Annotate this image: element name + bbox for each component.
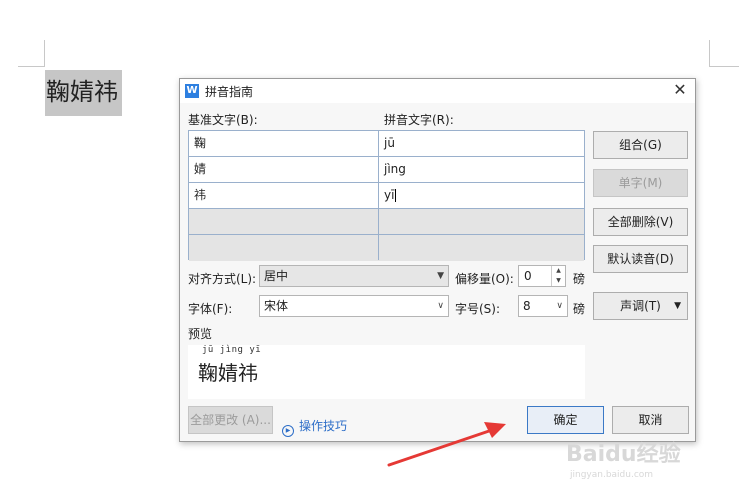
grid-row: 婧 jìng xyxy=(189,157,584,183)
phonetic-guide-dialog: W 拼音指南 ✕ 基准文字(B): 拼音文字(R): 鞠 jū 婧 jìng 祎… xyxy=(179,78,696,442)
pinyin-cell[interactable]: jū xyxy=(379,131,584,156)
base-cell[interactable] xyxy=(189,209,379,234)
page-corner-mark xyxy=(44,40,45,66)
dialog-title: 拼音指南 xyxy=(205,85,254,99)
page-corner-mark xyxy=(18,66,45,67)
delete-all-button[interactable]: 全部删除(V) xyxy=(593,208,688,236)
alignment-select[interactable]: 居中 ▼ xyxy=(259,265,449,287)
baidu-watermark: Baidu经验 xyxy=(566,442,681,467)
size-value: 8 xyxy=(523,299,531,313)
pinyin-cell[interactable] xyxy=(379,209,584,234)
tips-link[interactable]: ▶ 操作技巧 xyxy=(282,417,347,437)
dialog-titlebar: W 拼音指南 ✕ xyxy=(180,79,695,103)
size-unit: 磅 xyxy=(573,302,586,316)
text-caret xyxy=(395,189,397,202)
page-corner-mark xyxy=(709,40,710,66)
alignment-label: 对齐方式(L): xyxy=(188,272,257,286)
base-cell[interactable] xyxy=(189,235,379,260)
offset-unit: 磅 xyxy=(573,272,586,286)
page-corner-mark xyxy=(709,66,739,67)
offset-spinner[interactable]: 0 ▲ ▼ xyxy=(518,265,566,287)
font-label: 字体(F): xyxy=(188,302,233,316)
font-value: 宋体 xyxy=(264,299,289,313)
preview-base-text: 鞠婧祎 xyxy=(198,361,258,385)
change-all-button[interactable]: 全部更改 (A)... xyxy=(188,406,273,434)
chevron-down-icon: ∨ xyxy=(437,301,444,311)
spinner-arrows-icon[interactable]: ▲ ▼ xyxy=(551,266,565,286)
pinyin-cell-text: yī xyxy=(384,188,395,202)
default-reading-button[interactable]: 默认读音(D) xyxy=(593,245,688,273)
document-selected-text[interactable]: 鞠婧祎 xyxy=(45,70,122,116)
pinyin-cell[interactable] xyxy=(379,235,584,260)
close-icon[interactable]: ✕ xyxy=(671,81,689,99)
font-select[interactable]: 宋体 ∨ xyxy=(259,295,449,317)
grid-row: 鞠 jū xyxy=(189,131,584,157)
tips-link-text: 操作技巧 xyxy=(299,419,348,433)
offset-label: 偏移量(O): xyxy=(455,272,514,286)
size-label: 字号(S): xyxy=(455,302,501,316)
chevron-down-icon: ∨ xyxy=(556,301,563,311)
grid-row xyxy=(189,235,584,261)
offset-value: 0 xyxy=(524,269,532,283)
grid-row: 祎 yī xyxy=(189,183,584,209)
wps-writer-icon: W xyxy=(185,84,199,98)
tone-button[interactable]: 声调(T) ▼ xyxy=(593,292,688,320)
pinyin-grid: 鞠 jū 婧 jìng 祎 yī xyxy=(188,130,585,261)
baidu-watermark-url: jingyan.baidu.com xyxy=(570,470,654,480)
base-cell[interactable]: 婧 xyxy=(189,157,379,182)
preview-label: 预览 xyxy=(188,327,213,341)
cancel-button[interactable]: 取消 xyxy=(612,406,689,434)
alignment-value: 居中 xyxy=(264,269,289,283)
ok-button[interactable]: 确定 xyxy=(527,406,604,434)
chevron-down-icon: ▼ xyxy=(437,271,444,281)
base-text-label: 基准文字(B): xyxy=(188,113,258,127)
single-char-button[interactable]: 单字(M) xyxy=(593,169,688,197)
preview-ruby-text: jū jìng yī xyxy=(202,345,262,355)
base-cell[interactable]: 祎 xyxy=(189,183,379,208)
grid-row xyxy=(189,209,584,235)
combine-button[interactable]: 组合(G) xyxy=(593,131,688,159)
pinyin-cell[interactable]: jìng xyxy=(379,157,584,182)
size-select[interactable]: 8 ∨ xyxy=(518,295,568,317)
dropdown-arrow-icon: ▼ xyxy=(674,301,681,311)
pinyin-cell-active[interactable]: yī xyxy=(379,183,584,208)
play-circle-icon: ▶ xyxy=(282,425,294,437)
tone-label: 声调(T) xyxy=(620,299,661,313)
pinyin-text-label: 拼音文字(R): xyxy=(384,113,454,127)
preview-box: jū jìng yī 鞠婧祎 xyxy=(188,345,585,399)
base-cell[interactable]: 鞠 xyxy=(189,131,379,156)
